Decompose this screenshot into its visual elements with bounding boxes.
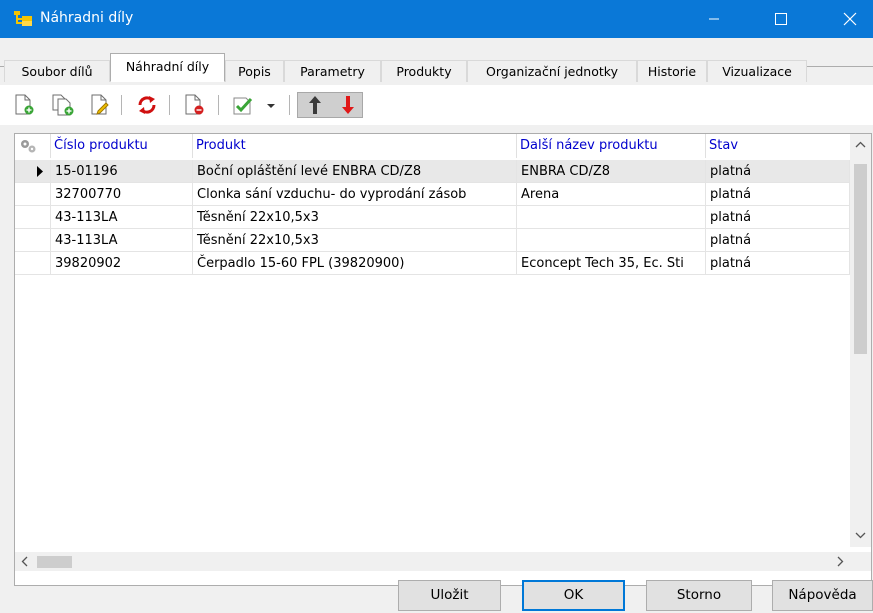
toolbar-separator (218, 95, 219, 115)
column-chooser-cell[interactable] (15, 134, 51, 158)
table-row[interactable]: 43-113LA Těsnění 22x10,5x3 platná (15, 206, 850, 229)
cell-stav: platná (706, 206, 850, 229)
tab-produkty[interactable]: Produkty (381, 60, 467, 82)
toolbar-separator (121, 95, 122, 115)
toolbar-separator (289, 95, 290, 115)
cell-dalsi-nazev: ENBRA CD/Z8 (517, 160, 706, 183)
move-down-icon[interactable] (338, 94, 358, 116)
close-icon (843, 12, 857, 26)
ok-button[interactable]: OK (522, 580, 625, 611)
toolbar (0, 85, 873, 125)
scroll-right-icon[interactable] (830, 552, 850, 571)
horizontal-scrollbar[interactable] (15, 552, 871, 571)
cell-produkt: Clonka sání vzduchu- do vyprodání zásob (193, 183, 517, 206)
edit-record-icon[interactable] (90, 94, 110, 116)
grid-header: Číslo produktu Produkt Další název produ… (15, 134, 850, 158)
tab-nahradni-dily[interactable]: Náhradní díly (110, 53, 225, 82)
parts-grid[interactable]: Číslo produktu Produkt Další název produ… (14, 133, 872, 586)
tab-historie[interactable]: Historie (637, 60, 707, 82)
cell-cislo-produktu: 43-113LA (51, 206, 193, 229)
tab-parametry[interactable]: Parametry (284, 60, 381, 82)
row-indicator (15, 183, 51, 206)
gears-icon (21, 140, 36, 153)
approve-icon[interactable] (232, 94, 253, 116)
copy-record-icon[interactable] (52, 94, 74, 116)
cell-cislo-produktu: 43-113LA (51, 229, 193, 252)
column-header-stav[interactable]: Stav (706, 134, 850, 158)
row-indicator (15, 160, 51, 183)
minimize-button[interactable] (691, 0, 737, 38)
cell-dalsi-nazev: Arena (517, 183, 706, 206)
cell-cislo-produktu: 32700770 (51, 183, 193, 206)
move-up-icon[interactable] (305, 94, 325, 116)
refresh-icon[interactable] (136, 94, 156, 116)
tab-soubor-dilu[interactable]: Soubor dílů (4, 60, 110, 82)
window-title: Náhradni díly (40, 10, 134, 26)
cell-dalsi-nazev (517, 229, 706, 252)
cell-stav: platná (706, 252, 850, 275)
table-row[interactable]: 43-113LA Těsnění 22x10,5x3 platná (15, 229, 850, 252)
row-indicator (15, 252, 51, 275)
cancel-button[interactable]: Storno (646, 580, 752, 611)
cell-stav: platná (706, 229, 850, 252)
maximize-icon (775, 13, 787, 25)
new-record-icon[interactable] (14, 94, 34, 116)
table-row[interactable]: 39820902 Čerpadlo 15-60 FPL (39820900) E… (15, 252, 850, 275)
title-bar: Náhradni díly (0, 0, 873, 38)
scroll-down-icon[interactable] (850, 524, 871, 546)
cell-produkt: Čerpadlo 15-60 FPL (39820900) (193, 252, 517, 275)
minimize-icon (709, 18, 719, 20)
table-row[interactable]: 32700770 Clonka sání vzduchu- do vyprodá… (15, 183, 850, 206)
vertical-scrollbar[interactable] (850, 134, 871, 547)
column-header-produkt[interactable]: Produkt (193, 134, 517, 158)
maximize-button[interactable] (758, 0, 804, 38)
help-button[interactable]: Nápověda (772, 580, 873, 611)
current-row-arrow-icon (37, 166, 43, 177)
cell-dalsi-nazev (517, 206, 706, 229)
row-indicator (15, 229, 51, 252)
tab-organizacni-jednotky[interactable]: Organizační jednotky (467, 60, 637, 82)
tab-popis[interactable]: Popis (225, 60, 284, 82)
row-indicator (15, 206, 51, 229)
scroll-left-icon[interactable] (15, 552, 35, 571)
toolbar-separator (169, 95, 170, 115)
cell-produkt: Boční opláštění levé ENBRA CD/Z8 (193, 160, 517, 183)
tab-vizualizace[interactable]: Vizualizace (707, 60, 807, 82)
app-icon (14, 11, 32, 26)
scroll-up-icon[interactable] (850, 134, 871, 156)
cell-dalsi-nazev: Econcept Tech 35, Ec. Sti (517, 252, 706, 275)
horizontal-scroll-thumb[interactable] (37, 556, 72, 568)
cell-cislo-produktu: 15-01196 (51, 160, 193, 183)
close-button[interactable] (827, 0, 873, 38)
cell-stav: platná (706, 160, 850, 183)
table-row[interactable]: 15-01196 Boční opláštění levé ENBRA CD/Z… (15, 160, 850, 183)
dropdown-arrow-icon[interactable] (266, 94, 276, 116)
column-header-dalsi-nazev[interactable]: Další název produktu (517, 134, 706, 158)
cell-produkt: Těsnění 22x10,5x3 (193, 206, 517, 229)
delete-record-icon[interactable] (184, 94, 204, 116)
cell-produkt: Těsnění 22x10,5x3 (193, 229, 517, 252)
vertical-scroll-thumb[interactable] (854, 164, 867, 354)
cell-cislo-produktu: 39820902 (51, 252, 193, 275)
cell-stav: platná (706, 183, 850, 206)
column-header-cislo-produktu[interactable]: Číslo produktu (51, 134, 193, 158)
tab-strip: Soubor dílů Náhradní díly Popis Parametr… (0, 38, 873, 82)
save-button[interactable]: Uložit (398, 580, 501, 611)
